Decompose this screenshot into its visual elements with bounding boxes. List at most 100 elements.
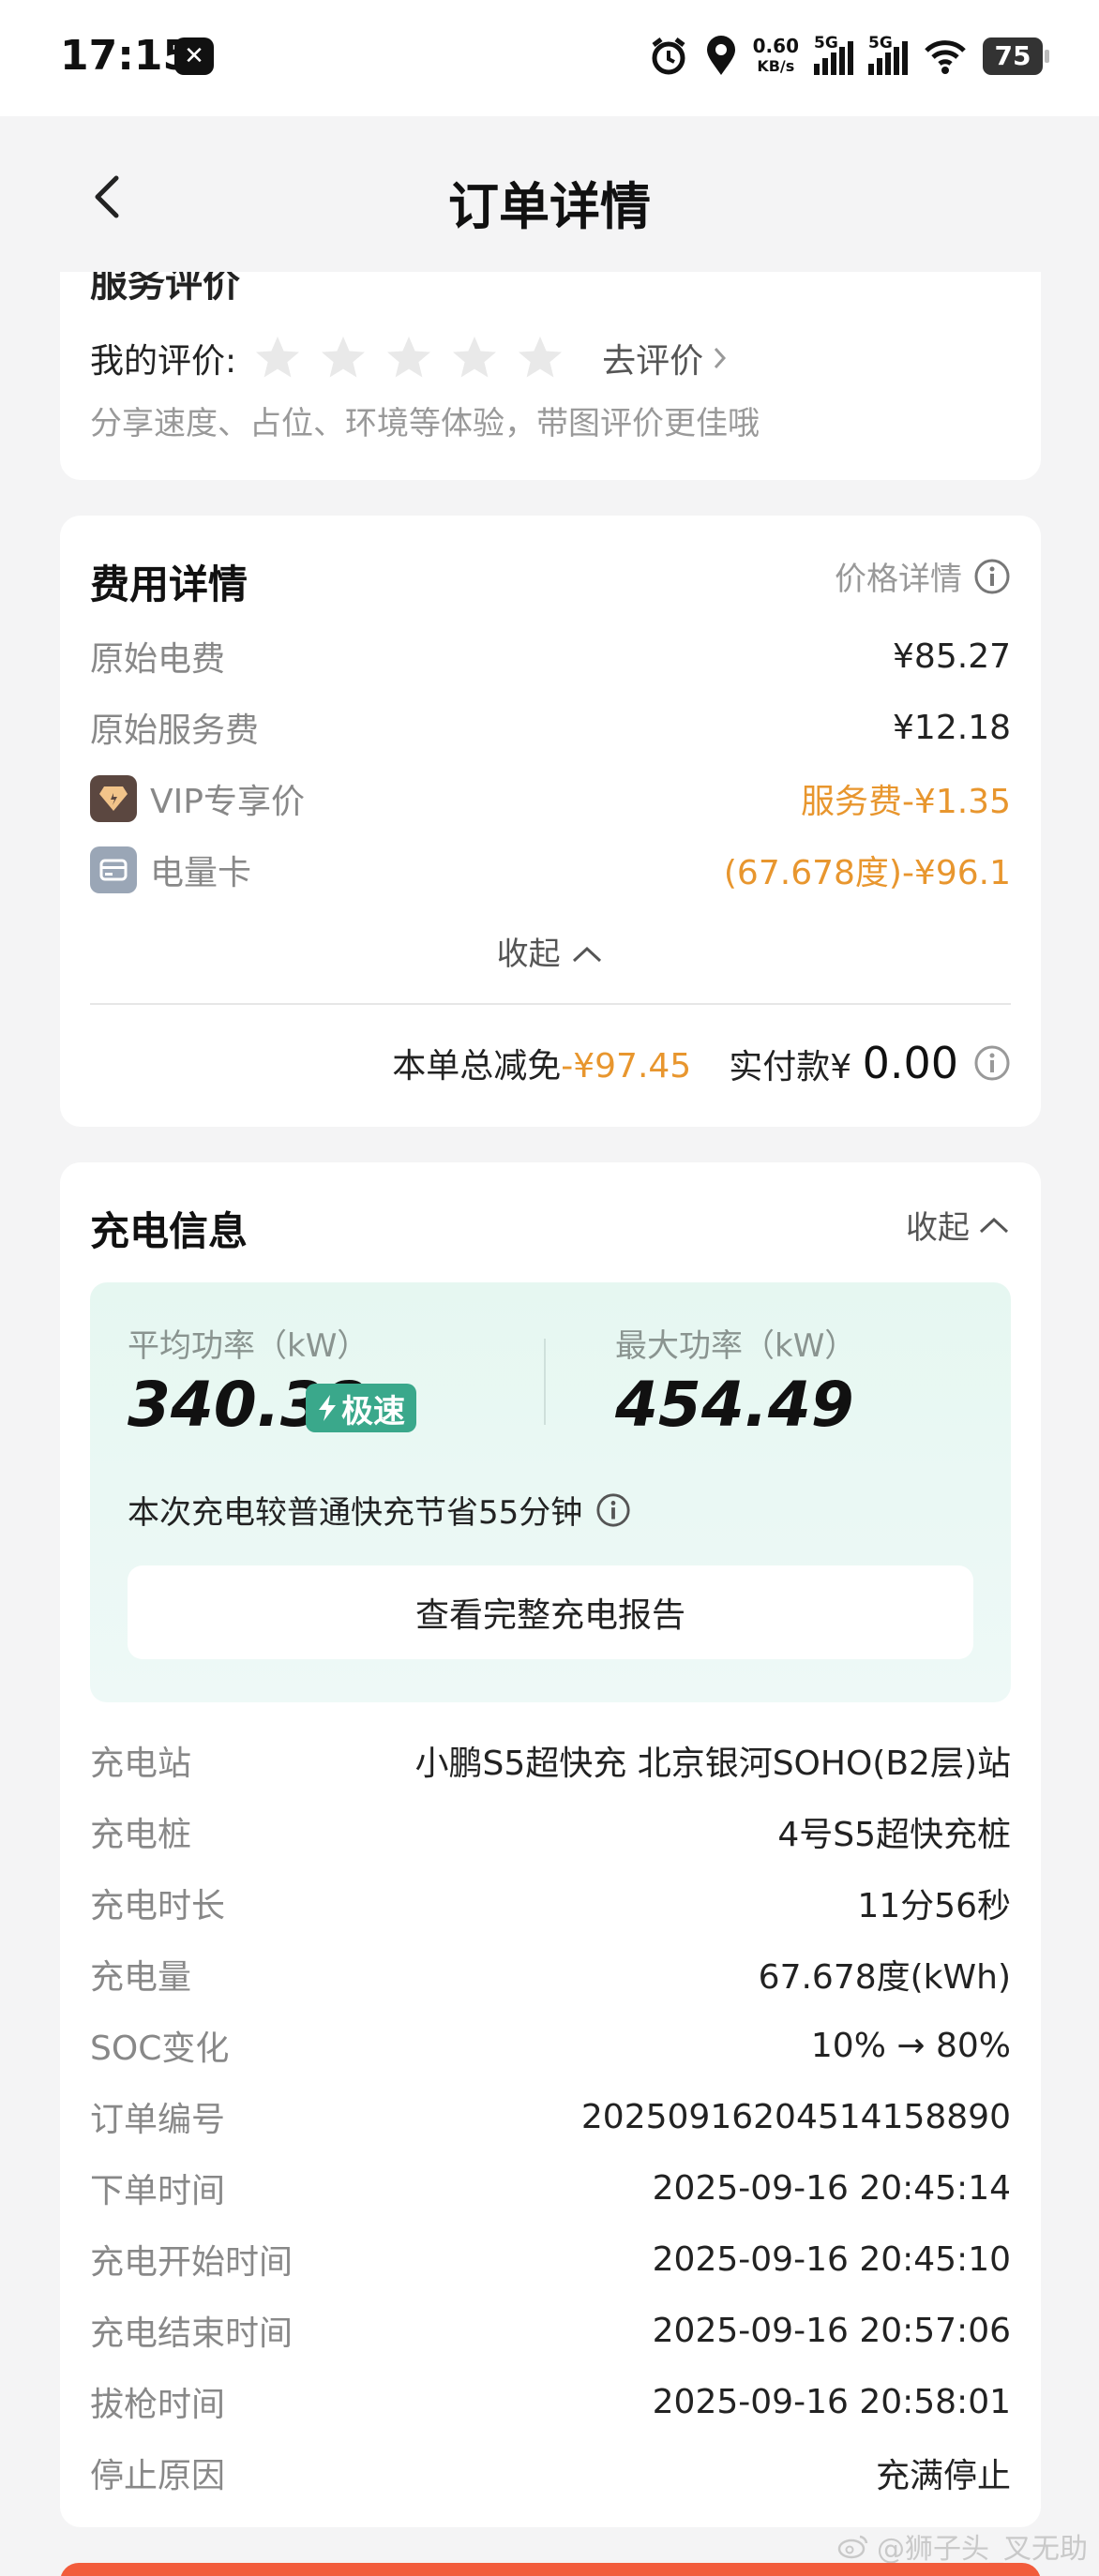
info-row: 订单编号 20250916204514158890: [90, 2089, 1011, 2145]
info-label: 下单时间: [90, 2172, 226, 2210]
vip-fee-value: 服务费-¥1.35: [800, 783, 1011, 821]
my-rating-label: 我的评价:: [90, 342, 237, 381]
service-title: 服务评价: [90, 272, 240, 306]
info-value: 67.678度(kWh): [758, 1958, 1011, 1997]
fee-row: VIP专享价 服务费-¥1.35: [90, 771, 1011, 827]
fee-row: 原始电费 ¥85.27: [90, 628, 1011, 684]
signal-icon: 5G: [868, 34, 908, 75]
go-rate-label: 去评价: [602, 342, 704, 381]
bottom-action-bar[interactable]: [60, 2563, 1041, 2576]
vip-label-text: VIP专享价: [150, 783, 305, 821]
max-power-value: 454.49: [615, 1369, 854, 1441]
fee-collapse-button[interactable]: 收起: [60, 928, 1041, 974]
avg-power-label: 平均功率（kW）: [128, 1327, 369, 1365]
watermark-text: @狮子头_叉无助: [877, 2533, 1088, 2566]
charge-collapse-label: 收起: [906, 1209, 970, 1247]
info-label: 停止原因: [90, 2457, 226, 2495]
watermark: @狮子头_叉无助: [837, 2525, 1088, 2567]
wifi-icon: [925, 40, 966, 74]
energy-card-text: 电量卡: [150, 854, 252, 892]
signal-label: 5G: [814, 34, 838, 52]
pay-currency: ¥: [830, 1048, 852, 1086]
chevron-up-icon: [979, 1217, 1009, 1233]
max-power-label: 最大功率（kW）: [615, 1327, 857, 1365]
fee-detail-card: 费用详情 价格详情 原始电费 ¥85.27 原始服务费 ¥12.18 VIP专享…: [60, 516, 1041, 1127]
info-value: 充满停止: [875, 2457, 1011, 2495]
info-label: SOC变化: [90, 2029, 230, 2068]
info-value: 11分56秒: [857, 1887, 1011, 1925]
divider: [544, 1339, 546, 1425]
info-label: 充电桩: [90, 1816, 192, 1854]
info-row: 拔枪时间 2025-09-16 20:58:01: [90, 2374, 1011, 2430]
chevron-up-icon: [573, 946, 602, 963]
info-value: 20250916204514158890: [580, 2097, 1011, 2136]
star-icon[interactable]: [319, 334, 368, 382]
my-rating-row: 我的评价: 去评价: [90, 330, 728, 386]
total-row: 本单总减免-¥97.45 实付款¥ 0.00: [392, 1033, 1011, 1093]
star-icon[interactable]: [384, 334, 433, 382]
info-row: 充电桩 4号S5超快充桩: [90, 1804, 1011, 1860]
vip-diamond-icon: [90, 775, 137, 822]
service-hint: 分享速度、占位、环境等体验，带图评价更佳哦: [90, 405, 760, 442]
pay-amount: 实付款¥ 0.00: [729, 1038, 958, 1088]
info-value: 2025-09-16 20:57:06: [652, 2311, 1011, 2350]
info-icon: [974, 559, 1010, 593]
info-label: 充电时长: [90, 1887, 226, 1925]
info-value: 2025-09-16 20:45:14: [652, 2168, 1011, 2208]
info-row: 充电量 67.678度(kWh): [90, 1946, 1011, 2002]
status-icons: 0.60 KB/s 5G 5G 75: [648, 32, 1049, 81]
chevron-right-icon: [715, 347, 727, 369]
info-label: 充电量: [90, 1958, 192, 1997]
nav-bar: 订单详情: [0, 116, 1099, 276]
energy-card-value: (67.678度)-¥96.1: [723, 854, 1011, 892]
star-icon[interactable]: [516, 334, 565, 382]
status-time: 17:15: [60, 32, 192, 80]
info-value: 4号S5超快充桩: [777, 1816, 1011, 1854]
info-value: 10% → 80%: [810, 2026, 1011, 2065]
alarm-icon: [652, 37, 685, 75]
info-label: 订单编号: [90, 2101, 226, 2139]
total-discount-value: -¥97.45: [561, 1047, 692, 1086]
total-discount: 本单总减免-¥97.45: [392, 1039, 691, 1087]
view-report-button[interactable]: 查看完整充电报告: [128, 1565, 973, 1659]
fee-title: 费用详情: [90, 562, 248, 607]
fee-value: ¥85.27: [893, 637, 1011, 676]
saving-row: 本次充电较普通快充节省55分钟: [128, 1487, 631, 1533]
go-rate-link[interactable]: 去评价: [602, 334, 728, 382]
info-label: 充电站: [90, 1745, 192, 1783]
saving-text: 本次充电较普通快充节省55分钟: [128, 1494, 583, 1532]
app-x-icon: ✕: [174, 37, 214, 75]
charge-collapse-button[interactable]: 收起: [906, 1202, 1011, 1248]
pay-label: 实付款: [729, 1048, 831, 1086]
fee-value: ¥12.18: [893, 708, 1011, 747]
price-detail-label: 价格详情: [835, 561, 962, 598]
info-row: 充电时长 11分56秒: [90, 1875, 1011, 1931]
rating-stars[interactable]: [253, 334, 565, 382]
price-detail-link[interactable]: 价格详情: [835, 553, 1011, 599]
location-icon: [706, 36, 735, 75]
fee-row: 原始服务费 ¥12.18: [90, 699, 1011, 756]
net-speed: 0.60 KB/s: [753, 36, 799, 77]
divider: [90, 1003, 1011, 1005]
energy-card-icon: [90, 846, 137, 893]
info-row: 充电站 小鹏S5超快充 北京银河SOHO(B2层)站: [90, 1732, 1011, 1789]
energy-card-label: 电量卡: [90, 846, 251, 894]
status-bar: 17:15 ✕ 0.60 KB/s 5G 5G 75: [0, 0, 1099, 116]
info-label: 充电结束时间: [90, 2314, 294, 2353]
power-panel: 平均功率（kW） 340.38 极速 最大功率（kW） 454.49 本次充电较…: [90, 1282, 1011, 1702]
info-label: 充电开始时间: [90, 2243, 294, 2282]
lightning-icon: [319, 1395, 336, 1421]
info-icon[interactable]: [595, 1492, 631, 1528]
total-discount-label: 本单总减免: [392, 1047, 562, 1086]
info-row: 充电开始时间 2025-09-16 20:45:10: [90, 2231, 1011, 2287]
star-icon[interactable]: [450, 334, 499, 382]
info-icon[interactable]: [973, 1044, 1011, 1082]
star-icon[interactable]: [253, 334, 302, 382]
service-rating-card: 服务评价 我的评价: 去评价 分享速度、占位、环境等体验，带图评价更佳哦: [60, 272, 1041, 480]
pay-value: 0.00: [862, 1038, 958, 1088]
charging-info-card: 充电信息 收起 平均功率（kW） 340.38 极速 最大功率（kW） 454.…: [60, 1162, 1041, 2527]
info-row: 充电结束时间 2025-09-16 20:57:06: [90, 2302, 1011, 2359]
fee-row: 电量卡 (67.678度)-¥96.1: [90, 842, 1011, 898]
battery-icon: 75: [983, 37, 1049, 75]
fee-collapse-label: 收起: [496, 936, 561, 973]
